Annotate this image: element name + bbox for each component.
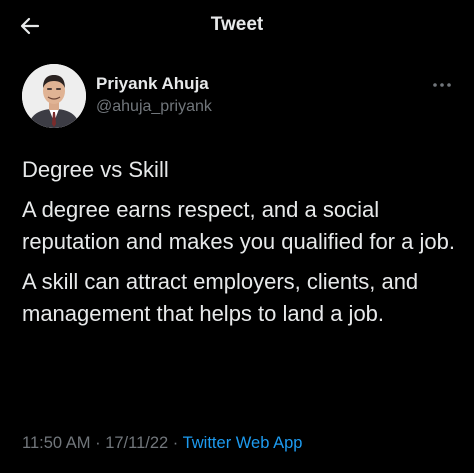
- profile-photo: [22, 64, 86, 128]
- tweet-text: Degree vs Skill A degree earns respect, …: [22, 154, 462, 330]
- author-handle[interactable]: @ahuja_priyank: [96, 98, 212, 116]
- tweet-source-link[interactable]: Twitter Web App: [183, 434, 303, 452]
- tweet-paragraph: Degree vs Skill: [22, 157, 169, 182]
- more-horizontal-icon: [433, 83, 451, 87]
- top-bar: Tweet: [0, 0, 474, 54]
- back-button[interactable]: [14, 10, 46, 42]
- tweet-author: Priyank Ahuja @ahuja_priyank: [22, 62, 462, 128]
- page-title: Tweet: [210, 14, 264, 35]
- meta-separator: ·: [95, 434, 101, 452]
- arrow-left-icon: [20, 17, 40, 35]
- tweet-paragraph: A degree earns respect, and a social rep…: [22, 197, 455, 254]
- avatar[interactable]: [22, 64, 86, 128]
- meta-separator: ·: [172, 434, 179, 452]
- author-name[interactable]: Priyank Ahuja: [96, 74, 209, 94]
- more-options-button[interactable]: [430, 78, 454, 92]
- tweet-paragraph: A skill can attract employers, clients, …: [22, 269, 419, 326]
- tweet-time[interactable]: 11:50 AM: [22, 434, 91, 452]
- tweet-date[interactable]: 17/11/22: [105, 434, 168, 452]
- tweet-meta: 11:50 AM · 17/11/22 · Twitter Web App: [22, 434, 302, 453]
